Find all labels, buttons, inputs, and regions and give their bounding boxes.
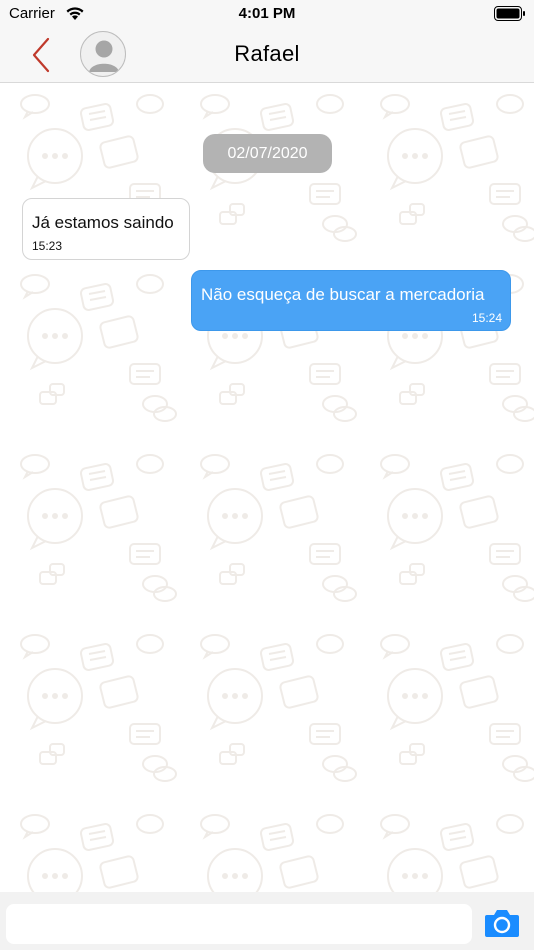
contact-name: Rafael xyxy=(234,41,300,66)
camera-icon xyxy=(485,910,519,937)
message-time: 15:24 xyxy=(471,311,502,325)
message-time: 15:23 xyxy=(32,239,63,253)
clock: 4:01 PM xyxy=(238,5,296,22)
message-text: Não esqueça de buscar a mercadoria xyxy=(201,285,485,304)
status-bar: Carrier 4:01 PM xyxy=(0,0,534,28)
nav-bar: Rafael xyxy=(0,28,534,83)
battery-icon xyxy=(494,6,525,21)
message-bubble-outgoing[interactable]: Não esqueça de buscar a mercadoria 15:24 xyxy=(191,270,511,331)
chat-area[interactable]: 02/07/2020 Já estamos saindo 15:23 Não e… xyxy=(0,84,534,892)
message-text: Já estamos saindo xyxy=(32,213,174,232)
message-bubble-incoming[interactable]: Já estamos saindo 15:23 xyxy=(22,198,190,260)
date-separator: 02/07/2020 xyxy=(203,134,332,173)
composer-bar xyxy=(0,892,534,950)
message-input[interactable] xyxy=(6,904,472,944)
camera-button[interactable] xyxy=(484,908,520,938)
